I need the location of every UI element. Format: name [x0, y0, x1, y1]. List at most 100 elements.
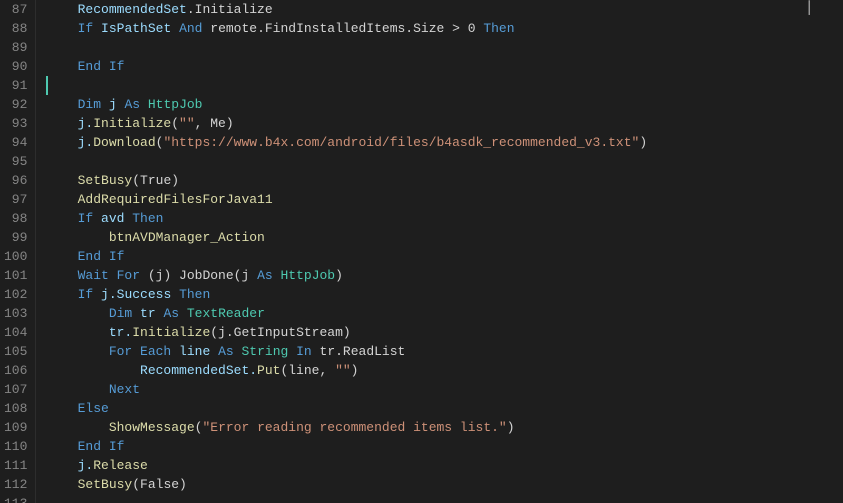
token: String	[241, 342, 288, 361]
token: )	[507, 418, 515, 437]
token: , Me)	[195, 114, 234, 133]
code-line: RecommendedSet.Initialize	[46, 0, 843, 19]
scrollbar[interactable]	[829, 0, 843, 503]
token: AddRequiredFilesForJava11	[78, 190, 273, 209]
token: btnAVDManager_Action	[109, 228, 265, 247]
line-number: 108	[4, 399, 27, 418]
line-number: 97	[4, 190, 27, 209]
token: "Error reading recommended items list."	[202, 418, 506, 437]
code-line: Wait For (j) JobDone(j As HttpJob)	[46, 266, 843, 285]
code-line: Else	[46, 399, 843, 418]
code-line: SetBusy(True)	[46, 171, 843, 190]
code-line: Dim j As HttpJob	[46, 95, 843, 114]
token: Initialize	[93, 114, 171, 133]
token	[179, 304, 187, 323]
code-line	[46, 152, 843, 171]
line-number: 105	[4, 342, 27, 361]
code-line: j.Download("https://www.b4x.com/android/…	[46, 133, 843, 152]
token	[288, 342, 296, 361]
token: IsPathSet	[93, 19, 179, 38]
token	[46, 304, 108, 323]
token	[46, 437, 77, 456]
token: For Each	[109, 342, 171, 361]
token: Then	[132, 209, 163, 228]
line-number: 99	[4, 228, 27, 247]
code-line: Next	[46, 380, 843, 399]
token: In	[296, 342, 312, 361]
code-line: End If	[46, 437, 843, 456]
line-number: 94	[4, 133, 27, 152]
code-line: Dim tr As TextReader	[46, 304, 843, 323]
line-number: 93	[4, 114, 27, 133]
token	[46, 209, 77, 228]
token	[46, 95, 77, 114]
token	[46, 171, 77, 190]
line-number: 102	[4, 285, 27, 304]
code-line: For Each line As String In tr.ReadList	[46, 342, 843, 361]
code-editor[interactable]: 8788899091929394959697989910010110210310…	[0, 0, 843, 503]
token: If	[78, 285, 94, 304]
token	[46, 247, 77, 266]
token: (	[156, 133, 164, 152]
token: Initialize	[132, 323, 210, 342]
token: End If	[78, 437, 125, 456]
line-number: 109	[4, 418, 27, 437]
token: (True)	[132, 171, 179, 190]
token: TextReader	[187, 304, 265, 323]
token	[46, 342, 108, 361]
token	[46, 57, 77, 76]
code-line: AddRequiredFilesForJava11	[46, 190, 843, 209]
line-number: 106	[4, 361, 27, 380]
token: Then	[483, 19, 514, 38]
token: As	[124, 95, 140, 114]
code-line: j.Release	[46, 456, 843, 475]
line-number: 112	[4, 475, 27, 494]
token: Put	[257, 361, 280, 380]
token: (False)	[132, 475, 187, 494]
line-number: 110	[4, 437, 27, 456]
token	[46, 285, 77, 304]
code-line: ShowMessage("Error reading recommended i…	[46, 418, 843, 437]
token: Wait For	[78, 266, 140, 285]
token	[46, 266, 77, 285]
code-line: btnAVDManager_Action	[46, 228, 843, 247]
token: ""	[335, 361, 351, 380]
code-line: If IsPathSet And remote.FindInstalledIte…	[46, 19, 843, 38]
token: )	[639, 133, 647, 152]
token	[234, 342, 242, 361]
code-line: If j.Success Then	[46, 285, 843, 304]
line-number: 92	[4, 95, 27, 114]
token	[46, 380, 108, 399]
token: )	[351, 361, 359, 380]
token: j.	[46, 114, 93, 133]
token: tr	[132, 304, 163, 323]
code-line: j.Initialize("", Me)	[46, 114, 843, 133]
code-content[interactable]: RecommendedSet.Initialize If IsPathSet A…	[36, 0, 843, 503]
code-line	[46, 38, 843, 57]
token: (line,	[280, 361, 335, 380]
line-number: 89	[4, 38, 27, 57]
token	[46, 399, 77, 418]
code-line: End If	[46, 57, 843, 76]
token: SetBusy	[78, 171, 133, 190]
token: RecommendedSet.	[46, 361, 257, 380]
token: Dim	[109, 304, 132, 323]
line-number: 107	[4, 380, 27, 399]
token: End If	[78, 247, 125, 266]
token: If	[78, 209, 94, 228]
code-line	[46, 76, 843, 95]
line-number: 101	[4, 266, 27, 285]
token: )	[335, 266, 343, 285]
token: "https://www.b4x.com/android/files/b4asd…	[163, 133, 639, 152]
line-number: 98	[4, 209, 27, 228]
line-number: 91	[4, 76, 27, 95]
token	[140, 95, 148, 114]
token: Download	[93, 133, 155, 152]
token: HttpJob	[148, 95, 203, 114]
token: End If	[78, 57, 125, 76]
code-line: tr.Initialize(j.GetInputStream)	[46, 323, 843, 342]
code-line: End If	[46, 247, 843, 266]
token	[46, 228, 108, 247]
token: If	[78, 19, 94, 38]
token	[46, 418, 108, 437]
